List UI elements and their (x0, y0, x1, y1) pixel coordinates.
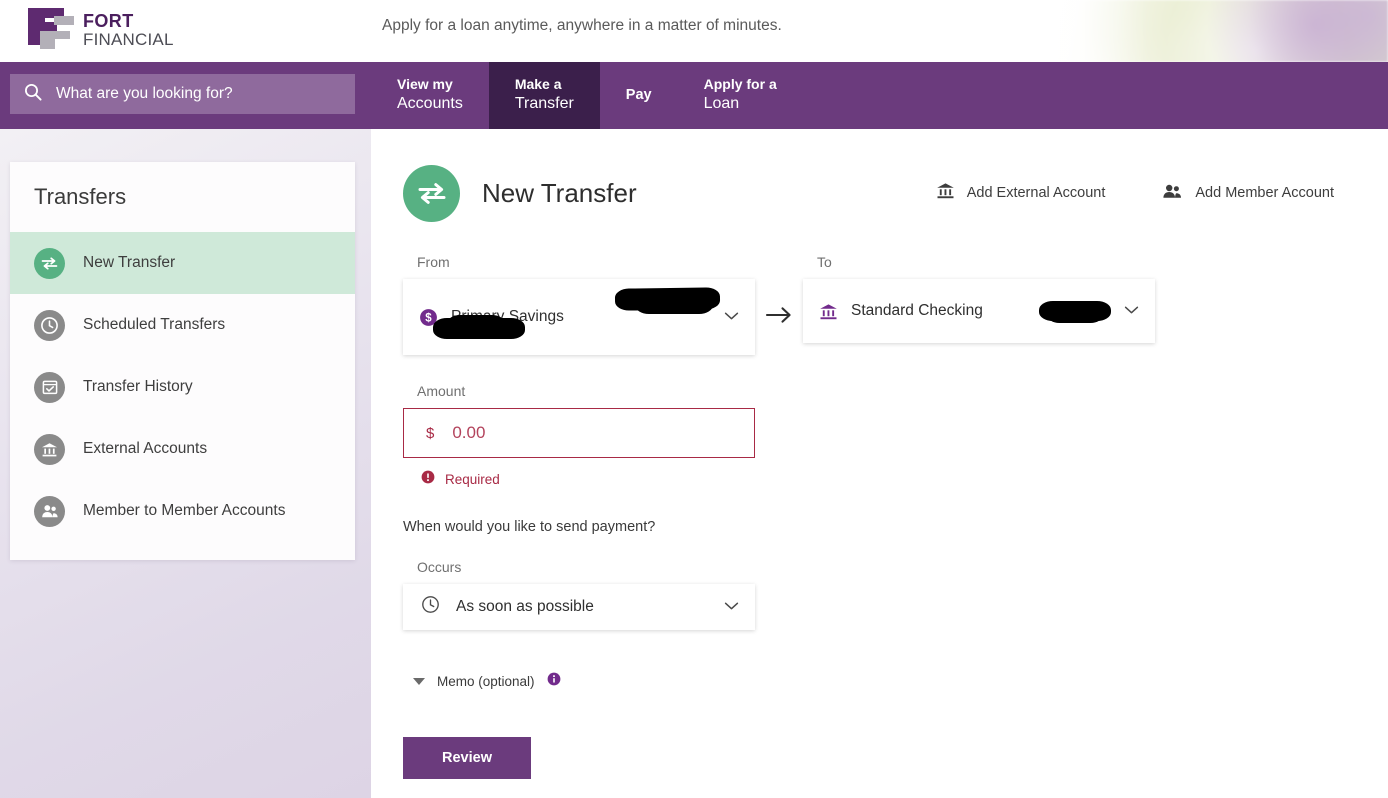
logo-line-1: FORT (83, 10, 134, 31)
fort-f-logo-icon (28, 6, 74, 53)
clock-icon (34, 309, 65, 341)
transfer-form: From $ Primary Savings To Standard Check… (403, 254, 1193, 779)
sidebar-item-label: External Accounts (83, 440, 208, 457)
brand-logo-text: FORT FINANCIAL (83, 12, 174, 48)
occurs-select[interactable]: As soon as possible (403, 584, 755, 630)
from-account-select[interactable]: $ Primary Savings (403, 279, 755, 355)
page-header: New Transfer (403, 165, 637, 222)
sidebar-item-label: Scheduled Transfers (83, 316, 226, 333)
nav-item-apply-for-a-loan[interactable]: Apply for a Loan (678, 62, 803, 129)
nav-item-line2: Loan (703, 94, 740, 112)
people-icon (34, 495, 65, 527)
occurs-label: Occurs (417, 559, 462, 575)
account-selection-row: From $ Primary Savings To Standard Check… (403, 254, 1193, 355)
redaction-from-balance-2 (635, 295, 713, 314)
sidebar-card: Transfers New Transfer Scheduled Transfe… (10, 162, 355, 560)
info-icon[interactable] (547, 672, 561, 691)
search-box[interactable] (10, 74, 355, 114)
sidebar-item-external-accounts[interactable]: External Accounts (10, 418, 355, 480)
to-label: To (817, 254, 832, 270)
sidebar-item-new-transfer[interactable]: New Transfer (10, 232, 355, 294)
clock-icon (421, 595, 440, 619)
people-icon (1161, 182, 1184, 205)
brand-logo[interactable]: FORT FINANCIAL (28, 6, 174, 53)
nav-item-pay[interactable]: Pay (600, 62, 678, 129)
nav-item-line2: Accounts (397, 94, 463, 112)
nav-item-make-a-transfer[interactable]: Make a Transfer (488, 62, 600, 129)
bank-icon (817, 302, 839, 321)
schedule-question: When would you like to send payment? (403, 519, 656, 535)
bank-icon (935, 181, 956, 205)
logo-line-2: FINANCIAL (83, 29, 174, 49)
memo-label: Memo (optional) (437, 674, 535, 689)
chevron-down-icon (724, 308, 739, 326)
sidebar-item-label: Transfer History (83, 378, 193, 395)
memo-toggle[interactable]: Memo (optional) (413, 672, 1193, 691)
amount-field[interactable]: $ (403, 408, 755, 458)
main-content-panel: New Transfer Add External Account Add Me… (371, 129, 1388, 798)
chevron-down-icon (724, 598, 739, 616)
sidebar-item-scheduled-transfers[interactable]: Scheduled Transfers (10, 294, 355, 356)
transfer-page: FORT FINANCIAL Apply for a loan anytime,… (0, 0, 1388, 798)
occurs-value: As soon as possible (456, 598, 594, 615)
nav-item-line2: Transfer (514, 94, 574, 112)
amount-error: Required (421, 470, 1193, 489)
sidebar-item-label: New Transfer (83, 254, 176, 271)
calendar-check-icon (34, 371, 65, 403)
hero-fade-overlay (948, 0, 1148, 62)
nav-item-line1: Pay (625, 87, 652, 104)
add-external-account-label: Add External Account (966, 185, 1106, 201)
transfer-direction-arrow-icon (755, 277, 803, 353)
search-input[interactable] (56, 85, 326, 103)
from-label: From (417, 254, 450, 270)
search-icon (24, 83, 42, 106)
chevron-down-icon (1124, 302, 1139, 320)
amount-input[interactable] (452, 423, 693, 443)
sidebar-item-transfer-history[interactable]: Transfer History (10, 356, 355, 418)
add-member-account-label: Add Member Account (1195, 185, 1334, 201)
bank-icon (34, 433, 65, 465)
to-account-column: To Standard Checking (803, 254, 1155, 343)
sidebar-item-member-to-member-accounts[interactable]: Member to Member Accounts (10, 480, 355, 542)
redaction-to-account-number-2 (1047, 307, 1103, 323)
error-exclamation-icon (421, 470, 435, 489)
to-account-select[interactable]: Standard Checking (803, 279, 1155, 343)
main-navigation-bar: View my Accounts Make a Transfer Pay App… (0, 62, 1388, 129)
review-button[interactable]: Review (403, 737, 531, 779)
add-member-account-button[interactable]: Add Member Account (1161, 181, 1334, 205)
nav-item-line1: Apply for a (703, 76, 777, 92)
nav-item-line1: Make a (514, 76, 562, 92)
nav-item-line1: View my (397, 76, 453, 92)
sidebar-item-label: Member to Member Accounts (83, 502, 286, 519)
svg-text:$: $ (425, 312, 432, 324)
nav-item-view-my-accounts[interactable]: View my Accounts (371, 62, 489, 129)
nav-items: View my Accounts Make a Transfer Pay App… (371, 62, 803, 129)
page-title: New Transfer (482, 178, 637, 208)
top-header: FORT FINANCIAL Apply for a loan anytime,… (0, 0, 1388, 62)
add-external-account-button[interactable]: Add External Account (935, 181, 1106, 205)
currency-symbol: $ (426, 424, 435, 442)
header-actions: Add External Account Add Member Account (935, 181, 1334, 205)
redaction-from-account-number-2 (447, 315, 505, 332)
transfer-arrows-icon (403, 165, 460, 222)
caret-down-icon (413, 678, 425, 685)
header-tagline: Apply for a loan anytime, anywhere in a … (382, 17, 782, 34)
amount-error-text: Required (445, 472, 500, 487)
sidebar-title: Transfers (34, 184, 127, 209)
amount-label: Amount (417, 383, 466, 399)
transfer-arrows-icon (34, 247, 65, 279)
from-account-column: From $ Primary Savings (403, 254, 755, 355)
